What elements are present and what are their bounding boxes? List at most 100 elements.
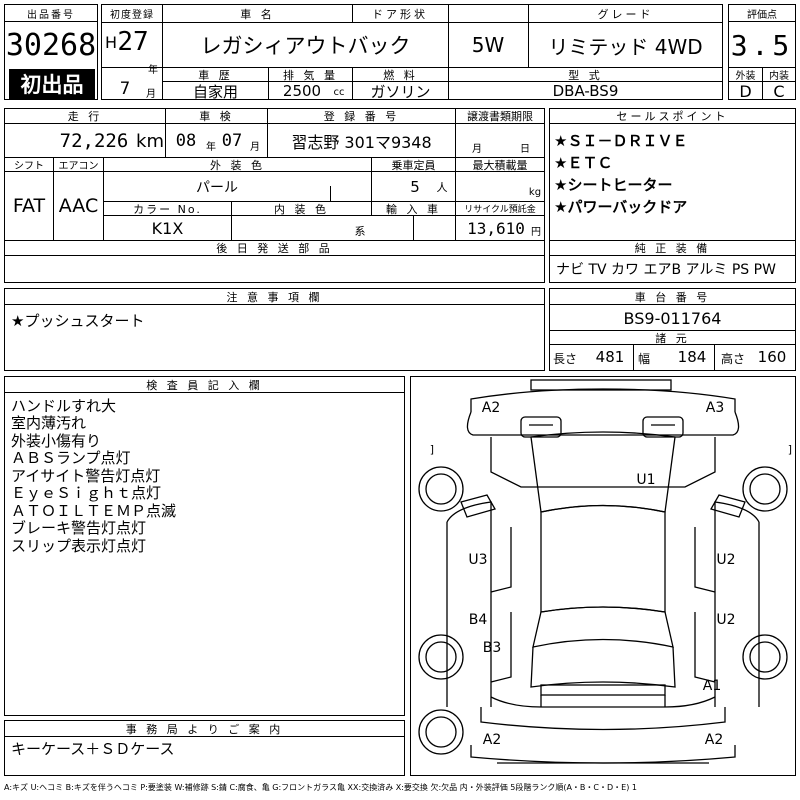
door-value: 5W (471, 33, 505, 57)
score-label: 評価点 (729, 5, 795, 22)
shift-label: シフト (14, 161, 44, 171)
car-history: 自家用 (192, 82, 238, 101)
score-value: 3.5 (730, 28, 794, 62)
equip-label: 純 正 装 備 (634, 242, 711, 255)
displacement-label: 排 気 量 (283, 68, 338, 82)
recycle-value: 13,610 (467, 218, 525, 238)
damage-mark: U3 (468, 552, 488, 568)
recycle-unit: 円 (531, 226, 541, 238)
inspector-line: ＥｙｅＳｉｇｈｔ点灯 (11, 484, 162, 502)
inspector-box: 検 査 員 記 入 欄 ハンドルすれ大 室内薄汚れ 外装小傷有り ＡＢＳランプ点… (4, 376, 405, 716)
displacement-value: 2500 (282, 82, 322, 100)
capacity-unit: 人 (436, 181, 448, 194)
lot-label: 出品番号 (5, 5, 97, 22)
inspector-line: 室内薄汚れ (11, 414, 87, 432)
damage-mark: U2 (716, 552, 736, 568)
bracket-left: [ ] (411, 441, 437, 457)
damage-mark: U1 (636, 472, 656, 488)
car-name-label: 車 名 (240, 7, 275, 21)
displacement-unit: cc (333, 86, 345, 98)
damage-mark: A1 (702, 678, 722, 694)
vehicle-header-box: 初度登録 H 27 年 7 月 車 名 レガシィアウトバック 車 歴 自家用 排… (101, 4, 723, 100)
notes-label: 注 意 事 項 欄 (5, 289, 544, 305)
reg-month-unit: 月 (146, 88, 156, 100)
door-label: ドア形状 (372, 7, 428, 21)
office-value: キーケース＋ＳＤケース (11, 739, 175, 758)
import-label: 輸 入 車 (386, 202, 441, 216)
inspector-line: スリップ表示灯点灯 (11, 536, 147, 555)
fuel-label: 燃 料 (383, 68, 418, 82)
office-label: 事 務 局 よ り ご 案 内 (5, 721, 404, 737)
mileage-unit: km (136, 130, 164, 152)
chassis-label: 車 台 番 号 (550, 289, 795, 305)
legend: A:キズ U:ヘコミ B:キズを伴うヘコミ P:要塗装 W:補修跡 S:錆 C:… (4, 782, 637, 792)
reg-month: 7 (119, 79, 131, 99)
aircon-value: AAC (58, 195, 99, 217)
notes-box: 注 意 事 項 欄 ★プッシュスタート (4, 288, 545, 371)
capacity-value: 5 (410, 177, 420, 196)
damage-mark: A2 (704, 732, 724, 748)
length-label: 長さ (552, 351, 577, 366)
color-no-value: K1X (151, 218, 184, 238)
model-value: DBA-BS9 (552, 82, 619, 100)
notes-value: ★プッシュスタート (11, 311, 145, 330)
damage-mark: A2 (481, 400, 501, 416)
chassis-value: BS9-011764 (623, 308, 722, 328)
load-label: 最大積載量 (472, 158, 528, 172)
interior-score: C (773, 82, 785, 100)
inspector-line: ＡＢＳランプ点灯 (11, 449, 131, 467)
capacity-label: 乗車定員 (391, 158, 436, 172)
car-name: レガシィアウトバック (200, 34, 411, 58)
sales-item: ★シートヒーター (554, 175, 673, 194)
transfer-month-unit: 月 (472, 143, 482, 155)
lot-box: 出品番号 30268 初出品 (4, 4, 98, 100)
length-value: 481 (595, 348, 625, 366)
width-label: 幅 (637, 351, 650, 366)
car-outline (418, 379, 788, 764)
inspector-line: ＡＴＯＩＬＴＥＭＰ点滅 (11, 501, 177, 520)
inspection-label: 車 検 (199, 110, 234, 123)
inspector-line: ブレーキ警告灯点灯 (11, 519, 147, 537)
damage-mark: B4 (468, 612, 488, 628)
inspector-line: アイサイト警告灯点灯 (11, 466, 161, 485)
aircon-label: エアコン (58, 161, 99, 171)
sales-item: ★ＥＴＣ (554, 153, 613, 172)
recycle-label: リサイクル預託金 (464, 205, 536, 215)
sales-label: セールスポイント (550, 109, 795, 124)
details-box: 走 行 72,226 km 車 検 08 年 07 月 登 録 番 号 習志野 … (4, 108, 545, 283)
plate-value: 習志野 301マ9348 (291, 133, 432, 152)
interior-color-suffix: 系 (354, 225, 366, 238)
chassis-box: 車 台 番 号 BS9-011764 諸 元 長さ 481 幅 184 高さ 1… (549, 288, 796, 371)
exterior-score: D (739, 82, 752, 100)
sales-item: ★ＳＩ－ＤＲＩＶＥ (554, 131, 688, 150)
width-value: 184 (677, 348, 707, 366)
sales-item: ★パワーバックドア (554, 197, 688, 216)
reg-year-unit: 年 (148, 64, 158, 76)
damage-mark: A2 (482, 732, 502, 748)
inspector-line: ハンドルすれ大 (11, 396, 117, 415)
first-listing-badge: 初出品 (9, 69, 95, 99)
plate-label: 登 録 番 号 (323, 110, 400, 123)
car-history-label: 車 歴 (198, 68, 233, 82)
transfer-label: 譲渡書類期限 (467, 110, 533, 123)
exterior-score-label: 外装 (735, 71, 756, 81)
equip-value: ナビ TV カワ エアB アルミ PS PW (556, 262, 776, 278)
shift-value: FAT (12, 195, 46, 217)
lot-number: 30268 (5, 28, 97, 63)
grade-value: リミテッド 4WD (548, 34, 703, 59)
grade-label: グレード (597, 7, 654, 21)
bracket-right: [ ] (769, 441, 795, 457)
interior-color-label: 内 装 色 (274, 202, 329, 216)
dims-label: 諸 元 (655, 331, 690, 345)
fuel-value: ガソリン (370, 82, 431, 101)
color-no-label: カラー No. (133, 202, 202, 216)
height-label: 高さ (720, 351, 745, 366)
load-unit: kg (528, 186, 542, 198)
exterior-color-value: パール (196, 179, 238, 196)
damage-mark: U2 (716, 612, 736, 628)
sales-box: セールスポイント ★ＳＩ－ＤＲＩＶＥ ★ＥＴＣ ★シートヒーター ★パワーバック… (549, 108, 796, 283)
mileage-value: 72,226 (59, 130, 129, 152)
reg-label: 初度登録 (110, 10, 154, 21)
model-label: 型 式 (568, 68, 603, 82)
inspector-label: 検 査 員 記 入 欄 (5, 377, 404, 393)
